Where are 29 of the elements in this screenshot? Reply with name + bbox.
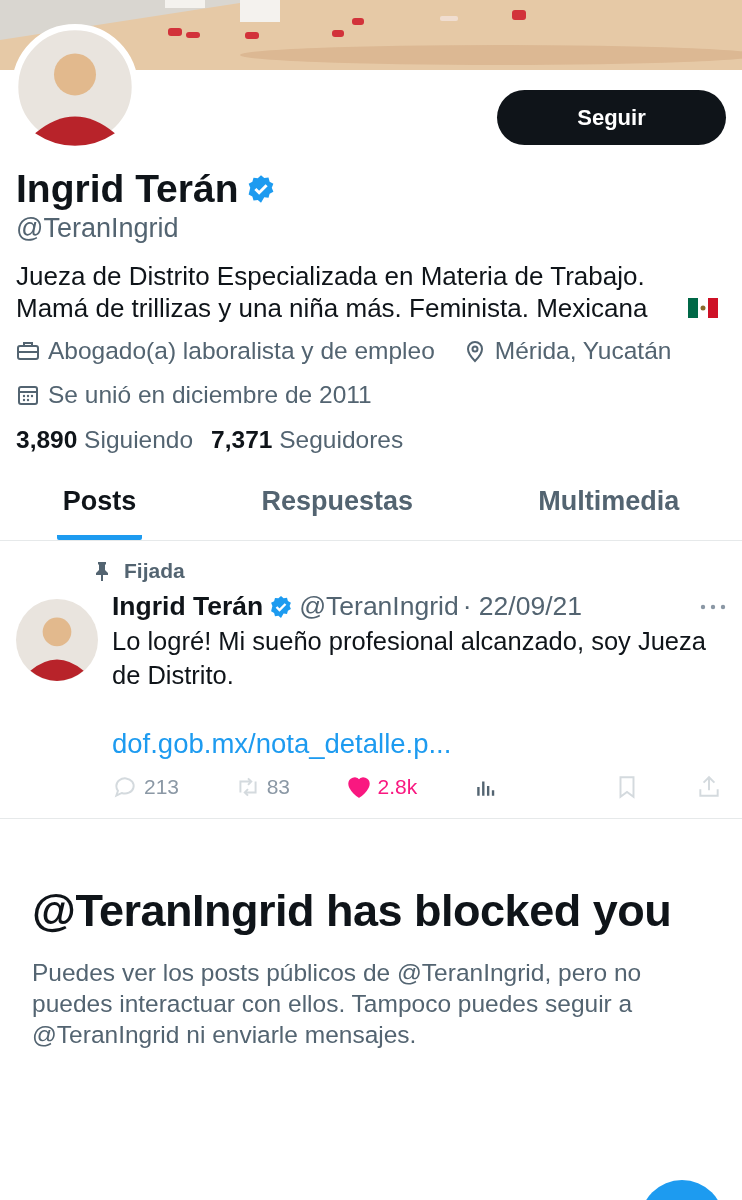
avatar[interactable] [16, 599, 98, 681]
post-date: · 22/09/21 [462, 591, 582, 622]
briefcase-icon [16, 339, 40, 363]
blocked-message: Puedes ver los posts públicos de @TeranIngrid, pero no puedes interactuar con ellos. Tampoco puedes seguir a @TeranIngrid ni enviarle mensajes. [32, 958, 643, 1050]
author-name: Ingrid Terán [112, 591, 264, 622]
profile-handle: @TeranIngrid [16, 213, 180, 244]
reply-count: 213 [144, 775, 180, 799]
repost-count: 83 [266, 775, 290, 799]
like-count: 2.8k [377, 775, 418, 799]
profile-name: Ingrid Terán [16, 167, 239, 211]
calendar-icon [16, 383, 40, 407]
tab[interactable]: Multimedia [532, 466, 686, 540]
profile-category: Abogado(a) laboralista y de empleo [48, 337, 435, 365]
profile-location: Mérida, Yucatán [494, 337, 672, 365]
profile-bio: Jueza de Distrito Especializada en Materia de Trabajo. Mamá de trillizas y una niña más. Feminista. Mexicana [16, 260, 649, 324]
stat-link[interactable]: 3,890 Siguiendo [16, 426, 194, 454]
more-icon[interactable] [700, 603, 726, 610]
blocked-title: @TeranIngrid has blocked you [32, 885, 673, 937]
follow-button[interactable]: Seguir [497, 90, 726, 145]
author-handle: @TeranIngrid [299, 591, 459, 622]
tab[interactable]: Respuestas [255, 466, 420, 540]
post-text: Lo logré! Mi sueño profesional alcanzado, soy Jueza de Distrito. [112, 626, 707, 691]
mexico-flag-icon [688, 298, 718, 318]
heart-icon[interactable] [345, 774, 372, 800]
join-date: Se unió en diciembre de 2011 [48, 381, 372, 409]
tab[interactable]: Posts [56, 466, 143, 540]
stat-link[interactable]: 7,371 Seguidores [211, 426, 404, 454]
pinned-label: Fijada [124, 559, 185, 583]
pin-icon [94, 561, 110, 581]
